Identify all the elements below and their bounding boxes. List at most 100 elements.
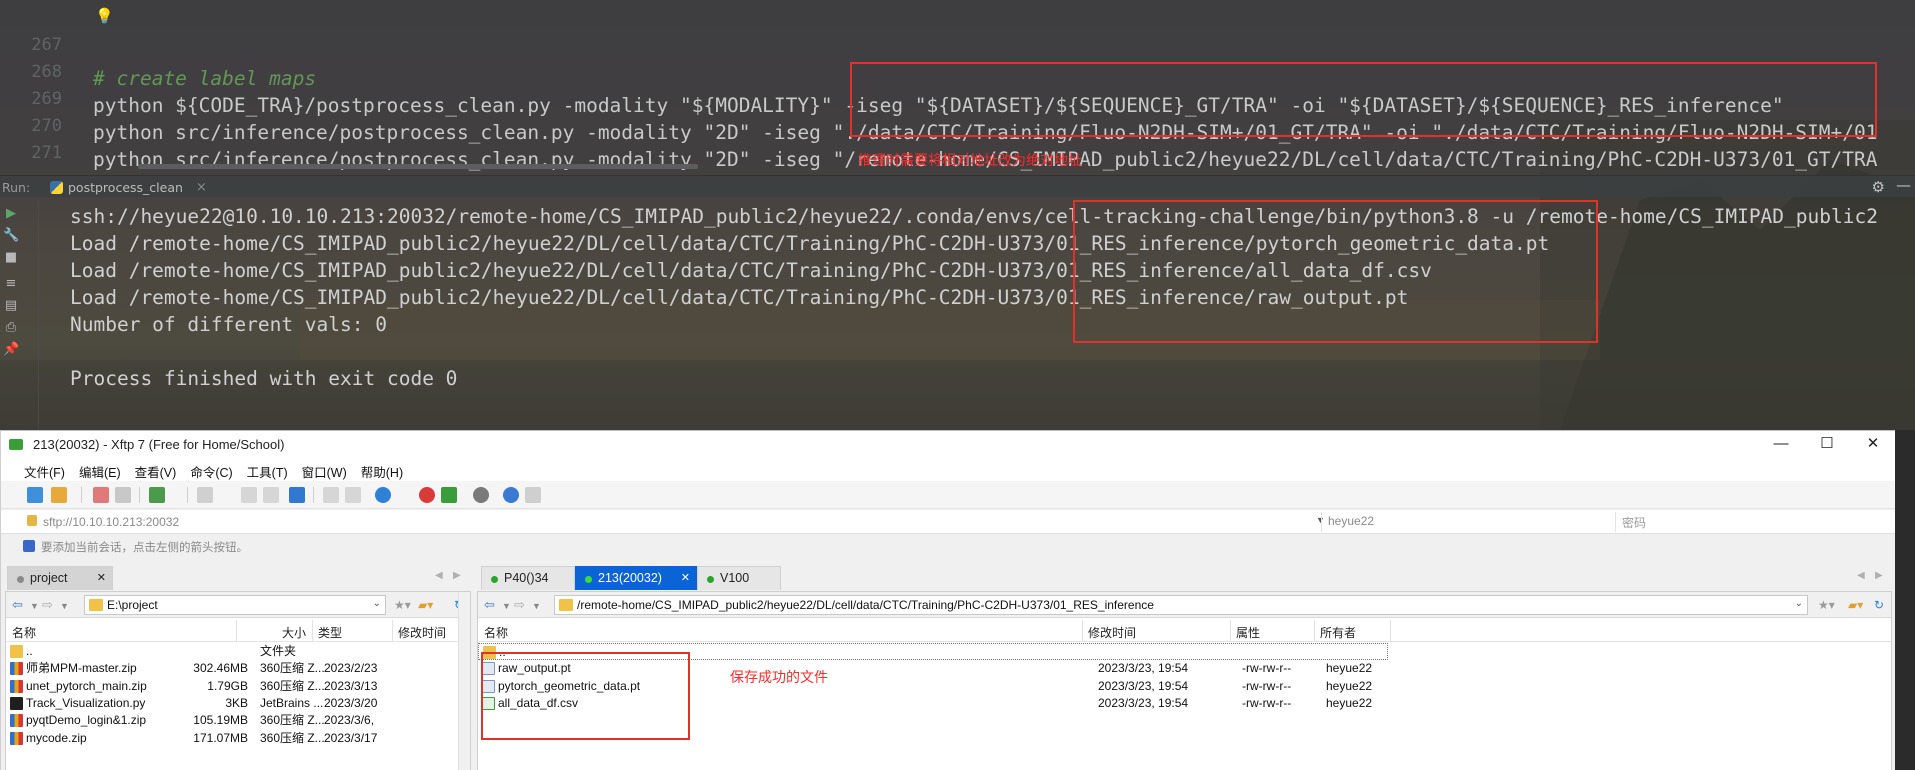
forward-icon[interactable]: ⇨: [42, 597, 53, 613]
tab-scroll-right-icon[interactable]: ▶: [453, 570, 461, 581]
back-icon[interactable]: ⇦: [484, 597, 495, 613]
file-row[interactable]: raw_output.pt 2023/3/23, 19:54 -rw-rw-r-- h…: [478, 660, 1891, 677]
toolbar-separator: [139, 487, 140, 503]
title-bar: 213(20032) - Xftp 7 (Free for Home/Schoo…: [1, 431, 1895, 457]
minimize-icon[interactable]: —: [1896, 176, 1911, 194]
chevron-down-icon[interactable]: ▼: [502, 601, 511, 611]
file-row[interactable]: all_data_df.csv 2023/3/23, 19:54 -rw-rw-r-…: [478, 695, 1891, 712]
star-icon[interactable]: ★▾: [394, 598, 411, 612]
tab-p40[interactable]: P40()34: [481, 566, 575, 590]
new-session-icon[interactable]: [27, 487, 43, 503]
file-row[interactable]: .. 文件夹: [6, 643, 470, 660]
run-tab[interactable]: postprocess_clean ×: [44, 176, 213, 198]
col-name[interactable]: 名称: [484, 624, 508, 641]
col-owner[interactable]: 所有者: [1320, 624, 1356, 641]
file-icon[interactable]: [323, 487, 339, 503]
col-size[interactable]: 大小: [282, 624, 306, 641]
menu-file[interactable]: 文件(F): [17, 457, 72, 481]
col-name[interactable]: 名称: [12, 624, 36, 641]
code-line: 271: [0, 104, 1915, 163]
forward-icon[interactable]: ⇨: [514, 597, 525, 613]
col-modified[interactable]: 修改时间: [398, 624, 446, 641]
link-icon[interactable]: [115, 487, 131, 503]
open-folder-icon[interactable]: [51, 487, 67, 503]
menu-edit[interactable]: 编辑(E): [72, 457, 128, 481]
disconnect-icon[interactable]: [93, 487, 109, 503]
help-icon[interactable]: [503, 487, 519, 503]
xftp-icon[interactable]: [441, 487, 457, 503]
run-toolwindow-header: Run: postprocess_clean × ⚙ —: [0, 175, 1915, 197]
annotation-editor-note: 推理时需要将相对地址改为绝对地址: [858, 153, 1082, 169]
left-tab-row: project ✕: [7, 566, 477, 590]
refresh-icon[interactable]: ↻: [1874, 598, 1884, 612]
file-icon[interactable]: [345, 487, 361, 503]
file-row[interactable]: pyqtDemo_login&1.zip 105.19MB 360压缩 Z... 20…: [6, 712, 470, 729]
xshell-icon[interactable]: [419, 487, 435, 503]
col-attributes[interactable]: 属性: [1236, 624, 1260, 641]
tab-213[interactable]: 213(20032) ✕: [575, 566, 697, 590]
tab-v100[interactable]: V100: [697, 566, 781, 590]
terminal-icon[interactable]: [197, 487, 213, 503]
console-line: Number of different vals: 0: [70, 313, 387, 336]
vertical-scrollbar[interactable]: [458, 592, 470, 770]
menu-command[interactable]: 命令(C): [183, 457, 239, 481]
transfer-icon[interactable]: [289, 487, 305, 503]
menu-tools[interactable]: 工具(T): [240, 457, 295, 481]
status-dot: [491, 576, 498, 583]
local-path-input[interactable]: E:\project ⌄: [84, 595, 386, 615]
file-row[interactable]: mycode.zip 171.07MB 360压缩 Z... 2023/3/17: [6, 730, 470, 747]
code-editor[interactable]: 267 # create label maps 💡 268 python ${C…: [0, 0, 1915, 172]
col-modified[interactable]: 修改时间: [1088, 624, 1136, 641]
chevron-down-icon[interactable]: ⌄: [1795, 598, 1803, 609]
file-row[interactable]: pytorch_geometric_data.pt 2023/3/23, 19:5…: [478, 678, 1891, 695]
minimize-button[interactable]: —: [1761, 434, 1801, 454]
username-field[interactable]: heyue22: [1321, 512, 1611, 532]
folder-icon[interactable]: ▰▾: [1848, 598, 1863, 612]
remote-column-headers: 名称 修改时间 属性 所有者: [478, 620, 1891, 642]
star-icon[interactable]: ★▾: [1818, 598, 1835, 612]
file-name: ..: [499, 645, 506, 659]
menu-help[interactable]: 帮助(H): [354, 457, 410, 481]
maximize-button[interactable]: ☐: [1807, 434, 1847, 454]
toolbar: [1, 481, 1895, 509]
password-field[interactable]: 密码: [1615, 512, 1885, 532]
col-type[interactable]: 类型: [318, 624, 342, 641]
menu-view[interactable]: 查看(V): [128, 457, 184, 481]
menu-window[interactable]: 窗口(W): [295, 457, 354, 481]
globe-icon[interactable]: [375, 487, 391, 503]
chevron-down-icon[interactable]: ⌄: [373, 598, 381, 609]
remote-path-input[interactable]: /remote-home/CS_IMIPAD_public2/heyue22/D…: [554, 595, 1808, 615]
python-file-icon: [10, 696, 23, 710]
copy-icon[interactable]: [241, 487, 257, 503]
close-icon[interactable]: ✕: [681, 571, 690, 584]
chevron-down-icon[interactable]: ▼: [532, 601, 541, 611]
folder-icon[interactable]: ▰▾: [418, 598, 433, 612]
gear-icon[interactable]: [473, 487, 489, 503]
file-row[interactable]: 师弟MPM-master.zip 302.46MB 360压缩 Z... 2023/2…: [6, 660, 470, 677]
session-arrow-icon[interactable]: [23, 540, 35, 552]
file-type: 文件夹: [260, 644, 297, 658]
close-button[interactable]: ✕: [1853, 434, 1893, 454]
tab-scroll-left-icon[interactable]: ◀: [435, 570, 443, 581]
tab-project[interactable]: project ✕: [7, 566, 113, 590]
lightbulb-icon[interactable]: 💡: [95, 9, 114, 24]
close-icon[interactable]: ✕: [97, 571, 106, 584]
address-input[interactable]: sftp://10.10.10.213:20032: [43, 515, 179, 529]
run-console[interactable]: ssh://heyue22@10.10.10.213:20032/remote-…: [0, 200, 1915, 430]
file-row[interactable]: ..: [478, 643, 1388, 660]
chat-icon[interactable]: [525, 487, 541, 503]
close-icon[interactable]: ×: [196, 180, 207, 195]
tab-scroll-left-icon[interactable]: ◀: [1857, 570, 1865, 581]
new-tab-icon[interactable]: [149, 487, 165, 503]
gear-icon[interactable]: ⚙: [1872, 178, 1885, 196]
paste-icon[interactable]: [263, 487, 279, 503]
file-name: pyqtDemo_login&1.zip: [26, 713, 147, 728]
horizontal-scrollbar[interactable]: [138, 164, 698, 169]
file-modified: 2023/3/23, 19:54: [1098, 661, 1189, 676]
chevron-down-icon[interactable]: ▼: [60, 601, 69, 611]
tab-scroll-right-icon[interactable]: ▶: [1875, 570, 1883, 581]
file-row[interactable]: Track_Visualization.py 3KB JetBrains ... 20…: [6, 695, 470, 712]
chevron-down-icon[interactable]: ▼: [30, 601, 39, 611]
back-icon[interactable]: ⇦: [12, 597, 23, 613]
file-row[interactable]: unet_pytorch_main.zip 1.79GB 360压缩 Z... 202…: [6, 678, 470, 695]
